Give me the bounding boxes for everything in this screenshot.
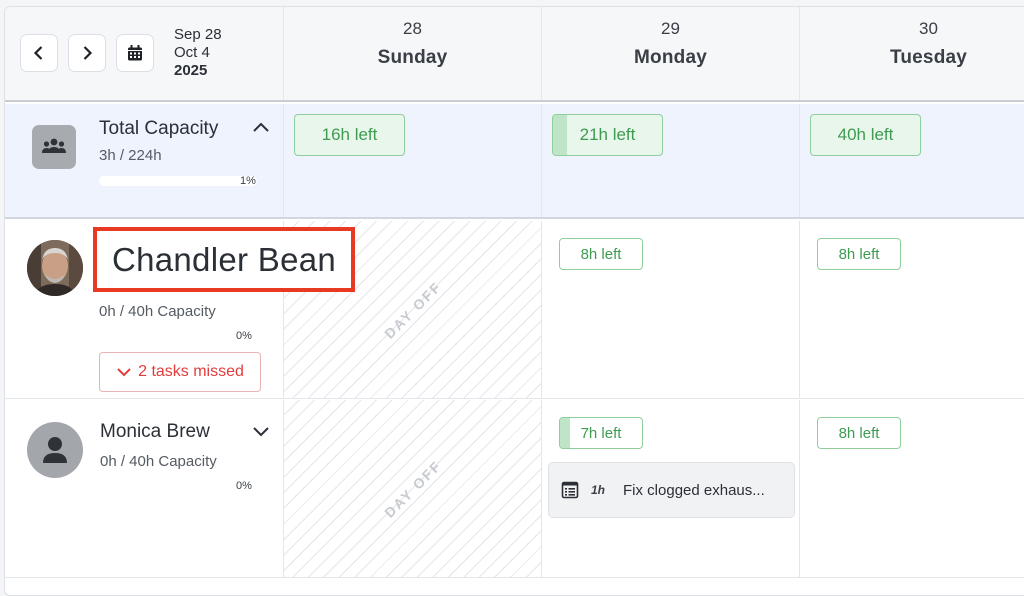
person-day-cell: 8h left [800,400,1024,577]
chevron-left-icon [33,46,43,60]
person-capacity-percent: 0% [236,480,252,492]
date-range: Sep 28 Oct 4 2025 [174,26,222,80]
next-week-button[interactable] [68,34,106,72]
total-capacity-hours: 3h / 224h [99,147,162,164]
person-name-highlight: Chandler Bean [93,227,355,292]
day-name: Monday [634,47,707,68]
calendar-button[interactable] [116,34,154,72]
chevron-down-icon[interactable] [251,425,271,439]
person-day-cell: 8h left [542,221,800,398]
task-hours: 1h [591,483,606,497]
day-name: Tuesday [889,47,968,68]
day-header-monday: 29 Monday [542,7,800,100]
person-capacity-percent: 0% [236,330,252,342]
calendar-icon [128,45,142,61]
hours-left-pill[interactable]: 21h left [552,114,663,156]
total-day-cell: 21h left [542,104,800,217]
hours-left-pill[interactable]: 7h left [559,417,643,449]
hours-left-pill[interactable]: 8h left [817,238,901,270]
person-capacity: 0h / 40h Capacity [99,303,216,320]
user-icon [43,437,67,463]
person-name: Monica Brew [100,421,210,442]
task-title: Fix clogged exhaus... [623,481,765,499]
hours-used-fill [553,115,568,155]
total-capacity-percent: 1% [240,175,256,187]
capacity-planner: Sep 28 Oct 4 2025 28 Sunday 29 Monday 30… [4,6,1024,596]
total-capacity-title: Total Capacity [99,118,219,139]
day-name: Sunday [377,47,448,68]
chevron-down-icon [117,368,131,377]
avatar [27,422,83,478]
total-day-cell: 16h left [284,104,542,217]
chevron-right-icon [83,46,93,60]
person-info: Monica Brew 0h / 40h Capacity 0% [5,400,284,577]
day-off-label: DAY OFF [380,456,445,521]
hours-left-pill[interactable]: 16h left [294,114,405,156]
team-icon [32,125,76,169]
prev-week-button[interactable] [20,34,58,72]
person-capacity: 0h / 40h Capacity [100,453,217,470]
day-number: 29 [661,19,680,38]
hours-left-label: 40h left [837,125,894,144]
hours-left-label: 8h left [838,424,880,442]
total-capacity-row: Total Capacity 3h / 224h 1% 16h left 21h… [5,104,1024,219]
hours-left-label: 16h left [321,125,378,144]
hours-left-label: 8h left [580,245,622,263]
chevron-up-icon[interactable] [251,120,271,134]
person-day-cell: 8h left [800,221,1024,398]
header-row: Sep 28 Oct 4 2025 28 Sunday 29 Monday 30… [5,7,1024,102]
day-off-cell: DAY OFF [284,400,542,577]
person-row: Monica Brew 0h / 40h Capacity 0% DAY OFF… [5,400,1024,578]
person-day-cell: 7h left 1h Fix clogged exhaus... [542,400,800,577]
day-off-label: DAY OFF [380,277,445,342]
date-range-year: 2025 [174,62,208,79]
avatar [27,240,83,296]
day-number: 28 [403,19,422,38]
hours-left-pill[interactable]: 8h left [817,417,901,449]
date-range-start: Sep 28 [174,26,222,43]
hours-left-label: 8h left [838,245,880,263]
tasks-missed-label: 2 tasks missed [138,363,244,380]
total-day-cell: 40h left [800,104,1024,217]
day-header-sunday: 28 Sunday [284,7,542,100]
hours-left-label: 21h left [579,125,636,144]
hours-used-fill [560,418,570,448]
day-header-tuesday: 30 Tuesday [800,7,1024,100]
task-list-icon [561,481,579,499]
day-number: 30 [919,19,938,38]
total-capacity-progress [99,176,257,186]
hours-left-pill[interactable]: 40h left [810,114,921,156]
hours-left-pill[interactable]: 8h left [559,238,643,270]
total-capacity-info: Total Capacity 3h / 224h 1% [5,104,284,217]
person-name: Chandler Bean [111,240,337,278]
date-range-end: Oct 4 [174,44,210,61]
task-card[interactable]: 1h Fix clogged exhaus... [548,462,795,518]
header-controls: Sep 28 Oct 4 2025 [5,7,284,100]
tasks-missed-button[interactable]: 2 tasks missed [99,352,261,392]
hours-left-label: 7h left [580,424,622,442]
